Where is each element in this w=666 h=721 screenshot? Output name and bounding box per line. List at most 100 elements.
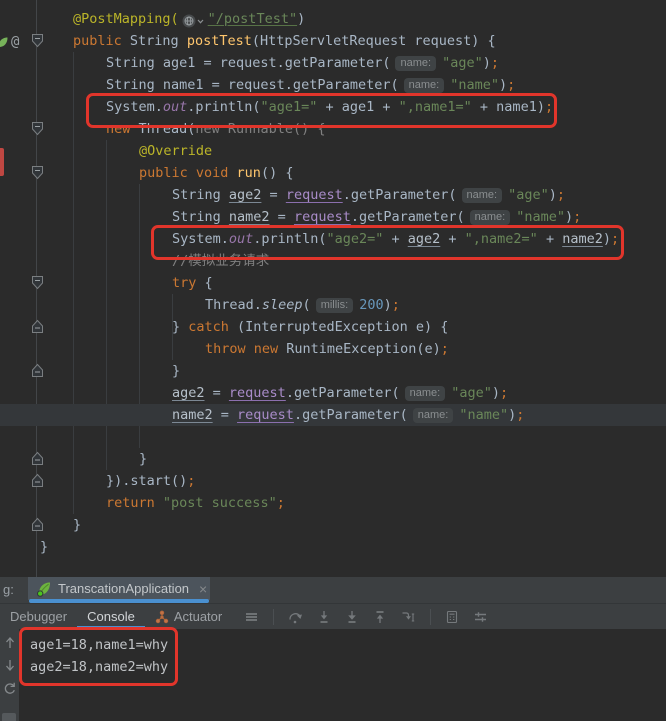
code-line[interactable] — [0, 426, 666, 448]
fold-close-icon[interactable] — [31, 363, 44, 378]
code-token: out — [229, 231, 253, 247]
run-tab-transcation-application[interactable]: TranscationApplication × — [28, 577, 210, 600]
code-token: "age1=" — [260, 99, 317, 115]
fold-close-icon[interactable] — [31, 319, 44, 334]
run-to-cursor-icon[interactable] — [401, 610, 416, 624]
code-token: "post success" — [163, 495, 277, 511]
code-token: } — [172, 363, 180, 379]
gutter-line2-icons: @ — [0, 33, 19, 51]
fold-close-icon[interactable] — [31, 517, 44, 532]
code-token: ; — [392, 297, 400, 313]
run-tab-strip: g: TranscationApplication × — [0, 577, 666, 603]
rerun-icon[interactable] — [3, 682, 16, 695]
parameter-hint-chip: millis: — [316, 298, 354, 313]
code-token: .getParameter( — [286, 385, 400, 401]
tab-label: Console — [87, 609, 135, 624]
partial-icon[interactable] — [2, 713, 16, 721]
code-token: "name" — [459, 407, 508, 423]
fold-open-icon[interactable] — [31, 275, 44, 290]
code-token: } — [40, 539, 48, 555]
tab-debugger[interactable]: Debugger — [0, 604, 77, 629]
step-over-icon[interactable] — [288, 610, 303, 624]
code-line[interactable]: @Override — [0, 140, 666, 162]
code-token: = — [205, 385, 229, 401]
code-token: } — [73, 517, 81, 533]
code-line[interactable]: System.out.println("age2=" + age2 + ",na… — [0, 228, 666, 250]
code-line[interactable]: } — [0, 360, 666, 382]
step-out-icon[interactable] — [373, 610, 387, 624]
fold-open-icon[interactable] — [31, 165, 44, 180]
code-token: postTest — [187, 33, 252, 49]
code-line[interactable]: String name1 = request.getParameter(name… — [0, 74, 666, 96]
code-token: RuntimeException(e) — [286, 341, 440, 357]
code-token: age2 — [408, 231, 441, 247]
debug-toolbar-icons — [244, 609, 488, 625]
code-token: }).start() — [106, 473, 187, 489]
code-token: out — [163, 99, 187, 115]
code-line[interactable]: throw new RuntimeException(e); — [0, 338, 666, 360]
red-edge-mark — [0, 148, 4, 176]
code-line[interactable]: //模拟业务请求 — [0, 250, 666, 272]
code-token: ",name2=" — [465, 231, 538, 247]
code-line[interactable]: try { — [0, 272, 666, 294]
code-line[interactable]: Thread.sleep(millis:200); — [0, 294, 666, 316]
fold-open-icon[interactable] — [31, 33, 44, 48]
code-line[interactable]: age2 = request.getParameter(name:"age"); — [0, 382, 666, 404]
console-panel[interactable]: age1=18,name1=whyage2=18,name2=why — [0, 629, 666, 721]
close-icon[interactable]: × — [199, 581, 207, 597]
fold-open-icon[interactable] — [31, 121, 44, 136]
tab-actuator[interactable]: Actuator — [145, 604, 232, 629]
code-line[interactable]: public String postTest(HttpServletReques… — [0, 30, 666, 52]
debug-toolbar-tabs: Debugger Console Actuator — [0, 604, 232, 629]
code-line[interactable]: } — [0, 514, 666, 536]
code-token: ; — [611, 231, 619, 247]
code-token: .getParameter( — [343, 187, 457, 203]
layout-settings-icon[interactable] — [473, 610, 488, 624]
code-token: + name1) — [472, 99, 545, 115]
code-line[interactable]: public void run() { — [0, 162, 666, 184]
menu-icon[interactable] — [244, 610, 259, 624]
spring-boot-icon — [36, 581, 52, 597]
code-token: = — [213, 407, 237, 423]
code-line[interactable]: }).start(); — [0, 470, 666, 492]
code-token: String — [172, 187, 229, 203]
step-into-icon[interactable] — [317, 610, 331, 624]
code-line[interactable]: } — [0, 536, 666, 558]
code-line[interactable]: @PostMapping("/postTest") — [0, 8, 666, 30]
code-token: sleep — [262, 297, 303, 313]
code-token: .getParameter( — [351, 209, 465, 225]
parameter-hint-chip: name: — [405, 386, 446, 401]
ide-window: @PostMapping("/postTest")public String p… — [0, 0, 666, 721]
tab-label: Actuator — [174, 609, 222, 624]
code-line[interactable]: String age2 = request.getParameter(name:… — [0, 184, 666, 206]
code-editor[interactable]: @PostMapping("/postTest")public String p… — [0, 0, 666, 577]
code-token: public void — [139, 165, 237, 181]
force-step-into-icon[interactable] — [345, 610, 359, 624]
code-token: Thread( — [139, 121, 196, 137]
fold-close-icon[interactable] — [31, 451, 44, 466]
fold-close-icon[interactable] — [31, 473, 44, 488]
code-line[interactable]: return "post success"; — [0, 492, 666, 514]
code-token: "name" — [516, 209, 565, 225]
debug-toolbar: Debugger Console Actuator — [0, 603, 666, 629]
code-token: ; — [557, 187, 565, 203]
tab-console[interactable]: Console — [77, 604, 145, 629]
code-line[interactable]: String age1 = request.getParameter(name:… — [0, 52, 666, 74]
code-line[interactable]: } catch (InterruptedException e) { — [0, 316, 666, 338]
code-line[interactable]: System.out.println("age1=" + age1 + ",na… — [0, 96, 666, 118]
code-token: @PostMapping( — [73, 11, 179, 27]
code-token: String age1 = request.getParameter( — [106, 55, 390, 71]
code-line[interactable]: name2 = request.getParameter(name:"name"… — [0, 404, 666, 426]
evaluate-expression-icon[interactable] — [445, 610, 459, 624]
code-token: "age" — [508, 187, 549, 203]
code-token: ; — [545, 99, 553, 115]
code-token: "age2=" — [326, 231, 383, 247]
code-token: ; — [516, 407, 524, 423]
arrow-up-icon[interactable] — [4, 636, 16, 649]
arrow-down-icon[interactable] — [4, 659, 16, 672]
code-token: ; — [573, 209, 581, 225]
code-line[interactable]: new Thread(new Runnable() { — [0, 118, 666, 140]
code-line[interactable]: } — [0, 448, 666, 470]
code-line[interactable]: String name2 = request.getParameter(name… — [0, 206, 666, 228]
code-token: ) — [499, 77, 507, 93]
